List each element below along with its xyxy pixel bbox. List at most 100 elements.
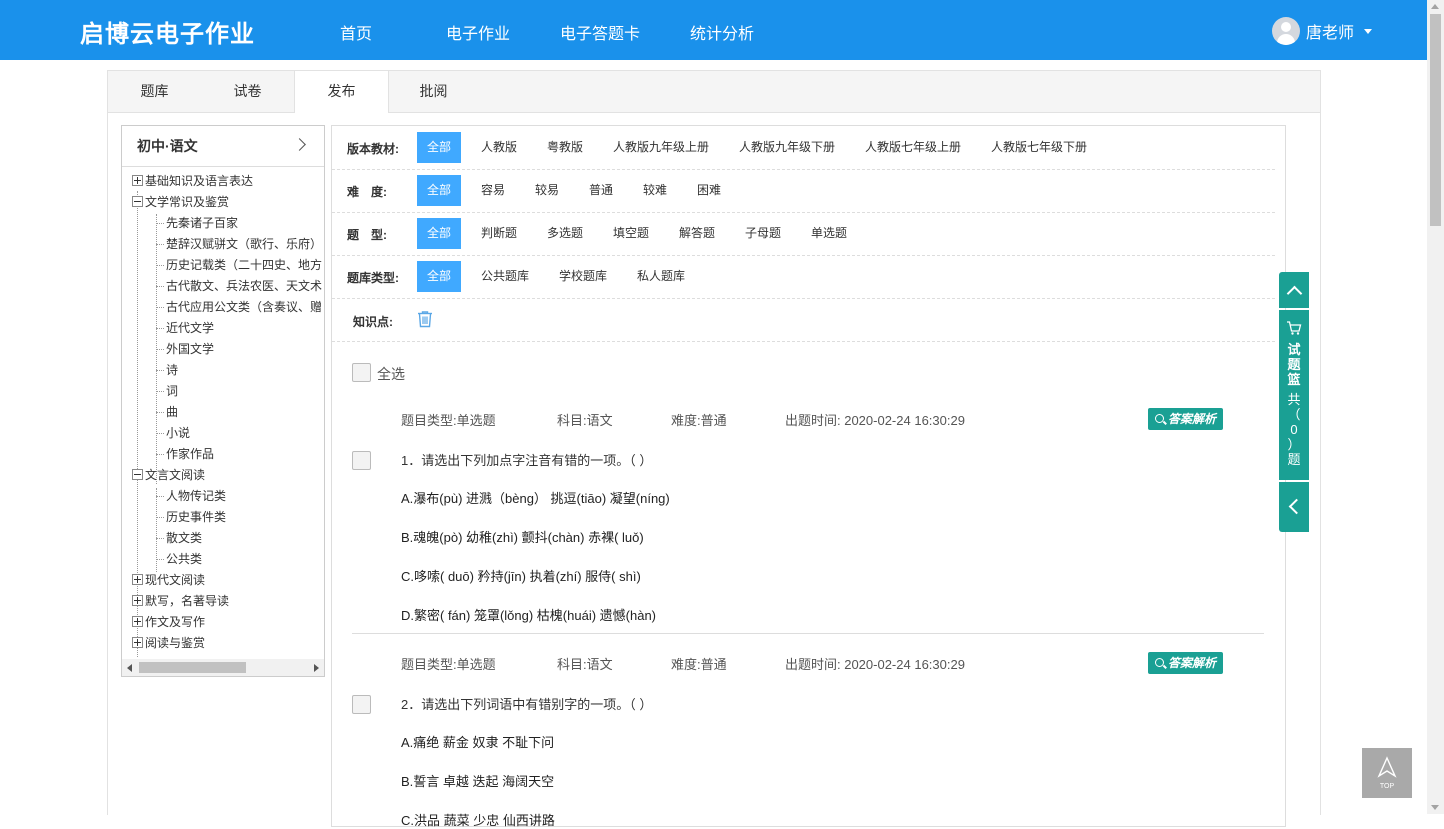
answer-analysis-button[interactable]: 答案解析 — [1148, 652, 1223, 674]
tree-node-child[interactable]: 人物传记类 — [156, 486, 226, 507]
filter-option[interactable]: 全部 — [417, 132, 461, 163]
tree-node-child[interactable]: 曲 — [156, 402, 178, 423]
tree-node-child[interactable]: 历史记载类（二十四史、地方 — [156, 255, 322, 276]
tree-node-child[interactable]: 词 — [156, 381, 178, 402]
tree-node-classical[interactable]: 文言文阅读 — [132, 465, 205, 486]
tree-node-modern[interactable]: 现代文阅读 — [132, 570, 205, 591]
tree-node-reading[interactable]: 阅读与鉴赏 — [132, 633, 205, 654]
tree-node-child[interactable]: 诗 — [156, 360, 178, 381]
tree-node-basic[interactable]: 基础知识及语言表达 — [132, 171, 253, 192]
question-checkbox[interactable] — [352, 695, 371, 714]
tab-papers[interactable]: 试卷 — [201, 71, 294, 112]
tree-node-child[interactable]: 外国文学 — [156, 339, 214, 360]
tree-horizontal-scrollbar[interactable] — [122, 659, 324, 676]
basket-toggle[interactable]: 试题篮 共（0）题 — [1279, 310, 1309, 480]
filter-option[interactable]: 容易 — [481, 175, 505, 206]
filter-option[interactable]: 较易 — [535, 175, 559, 206]
nav-homework[interactable]: 电子作业 — [446, 20, 510, 44]
tab-publish[interactable]: 发布 — [294, 71, 389, 113]
filter-option[interactable]: 公共题库 — [481, 261, 529, 292]
scroll-right-icon[interactable] — [314, 664, 319, 672]
basket-char: 共 — [1287, 392, 1301, 407]
user-menu[interactable]: 唐老师 — [1272, 16, 1373, 46]
question-subject: 科目:语文 — [557, 657, 613, 672]
scroll-thumb[interactable] — [1430, 14, 1441, 226]
tree-node-dictation[interactable]: 默写，名著导读 — [132, 591, 229, 612]
filter-row-knowledge: 知识点: — [332, 298, 1275, 342]
question-panel: 版本教材: 全部 人教版 粤教版 人教版九年级上册 人教版九年级下册 人教版七年… — [331, 125, 1286, 828]
answer-analysis-button[interactable]: 答案解析 — [1148, 408, 1223, 430]
tab-review[interactable]: 批阅 — [387, 71, 480, 112]
tree-node-child[interactable]: 散文类 — [156, 528, 202, 549]
tree-node-child[interactable]: 近代文学 — [156, 318, 214, 339]
filter-option[interactable]: 困难 — [697, 175, 721, 206]
filter-option[interactable]: 人教版七年级上册 — [865, 132, 961, 163]
tree-node-child[interactable]: 古代散文、兵法农医、天文术 — [156, 276, 322, 297]
tree-node-child[interactable]: 古代应用公文类（含奏议、赠 — [156, 297, 322, 318]
filter-option[interactable]: 全部 — [417, 218, 461, 249]
tree-node-child[interactable]: 小说 — [156, 423, 190, 444]
select-all-checkbox[interactable] — [352, 363, 371, 382]
filter-row-bank: 题库类型: 全部 公共题库 学校题库 私人题库 — [332, 255, 1275, 299]
filter-option[interactable]: 多选题 — [547, 218, 583, 249]
filter-option[interactable]: 人教版 — [481, 132, 517, 163]
tree-node-child[interactable]: 作家作品 — [156, 444, 214, 465]
filter-option[interactable]: 单选题 — [811, 218, 847, 249]
caret-down-icon — [1364, 28, 1373, 34]
filter-option[interactable]: 子母题 — [745, 218, 781, 249]
filter-option[interactable]: 填空题 — [613, 218, 649, 249]
filter-option[interactable]: 解答题 — [679, 218, 715, 249]
tab-bar: 题库 试卷 发布 批阅 — [108, 71, 1320, 113]
tree-header[interactable]: 初中·语文 — [122, 126, 324, 167]
tree-node-child[interactable]: 先秦诸子百家 — [156, 213, 238, 234]
top-navbar: 启博云电子作业 首页 电子作业 电子答题卡 统计分析 唐老师 — [0, 0, 1427, 60]
expand-icon[interactable] — [132, 616, 143, 628]
filter-option[interactable]: 全部 — [417, 261, 461, 292]
filter-option[interactable]: 粤教版 — [547, 132, 583, 163]
question-checkbox[interactable] — [352, 451, 371, 470]
nav-home[interactable]: 首页 — [340, 20, 372, 44]
tab-question-bank[interactable]: 题库 — [108, 71, 201, 112]
tree-node-child[interactable]: 楚辞汉赋骈文（歌行、乐府） — [156, 234, 322, 255]
nav-answer-card[interactable]: 电子答题卡 — [560, 20, 640, 44]
filter-option[interactable]: 人教版九年级下册 — [739, 132, 835, 163]
top-label: TOP — [1379, 783, 1395, 790]
filter-option[interactable]: 全部 — [417, 175, 461, 206]
expand-icon[interactable] — [132, 574, 143, 586]
basket-collapse-button[interactable] — [1279, 272, 1309, 308]
expand-icon[interactable] — [132, 595, 143, 607]
question-time: 出题时间: 2020-02-24 16:30:29 — [785, 657, 965, 672]
filter-option[interactable]: 普通 — [589, 175, 613, 206]
filter-option[interactable]: 学校题库 — [559, 261, 607, 292]
tree-node-literature[interactable]: 文学常识及鉴赏 — [132, 192, 229, 213]
basket-expand-button[interactable] — [1279, 482, 1309, 532]
chevron-right-icon[interactable] — [293, 138, 306, 151]
filter-option[interactable]: 较难 — [643, 175, 667, 206]
filter-option[interactable]: 私人题库 — [637, 261, 685, 292]
expand-icon[interactable] — [132, 637, 143, 649]
filter-option[interactable]: 判断题 — [481, 218, 517, 249]
expand-icon[interactable] — [132, 175, 143, 187]
tree-node-writing[interactable]: 作文及写作 — [132, 612, 205, 633]
collapse-icon[interactable] — [132, 196, 143, 208]
trash-icon[interactable] — [416, 310, 434, 328]
nav-statistics[interactable]: 统计分析 — [690, 20, 754, 44]
divider — [352, 633, 1264, 634]
filter-option[interactable]: 人教版七年级下册 — [991, 132, 1087, 163]
question-stem: 2．请选出下列词语中有错别字的一项。（ ） — [401, 697, 653, 712]
filter-row-type: 题 型: 全部 判断题 多选题 填空题 解答题 子母题 单选题 — [332, 212, 1275, 256]
tree-node-child[interactable]: 历史事件类 — [156, 507, 226, 528]
tree-node-child[interactable]: 公共类 — [156, 549, 202, 570]
scroll-up-icon[interactable] — [1431, 4, 1439, 9]
filter-option[interactable]: 人教版九年级上册 — [613, 132, 709, 163]
scroll-left-icon[interactable] — [127, 664, 132, 672]
scroll-thumb[interactable] — [139, 662, 246, 673]
back-to-top-button[interactable]: TOP — [1362, 748, 1412, 798]
basket-char: 0 — [1290, 422, 1298, 437]
scroll-down-icon[interactable] — [1431, 805, 1439, 810]
page-scrollbar[interactable] — [1427, 0, 1444, 814]
question-difficulty: 难度:普通 — [671, 413, 727, 428]
select-all-label[interactable]: 全选 — [377, 364, 405, 384]
collapse-icon[interactable] — [132, 469, 143, 481]
brand-logo[interactable]: 启博云电子作业 — [80, 14, 255, 49]
